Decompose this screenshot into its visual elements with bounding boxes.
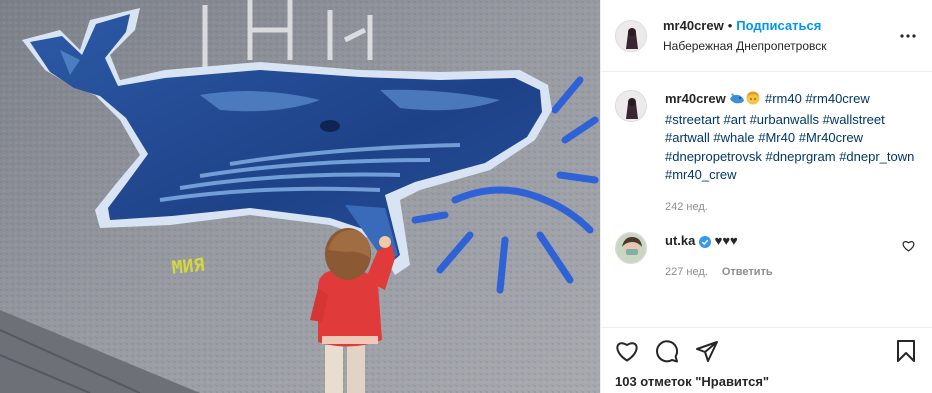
caption-timestamp[interactable]: 242 нед. <box>665 198 708 216</box>
hashtag[interactable]: #dnepr_town <box>839 149 914 164</box>
like-comment-heart-icon[interactable] <box>902 240 916 254</box>
comment-item: ut.ka ♥♥♥ 227 нед. Ответить <box>615 232 916 281</box>
comment-text: ♥♥♥ <box>714 233 738 249</box>
hashtag[interactable]: #urbanwalls <box>750 112 819 127</box>
comment-meta: 227 нед. Ответить <box>665 263 902 281</box>
follow-button[interactable]: Подписаться <box>736 18 821 33</box>
header-text: mr40crew • Подписаться Набережная Днепропе… <box>663 17 896 55</box>
comment-body: ut.ka ♥♥♥ 227 нед. Ответить <box>665 232 902 281</box>
street-art-photo: МИЯ <box>0 0 600 393</box>
hashtag[interactable]: #rm40crew <box>805 91 869 106</box>
commenter-avatar[interactable] <box>615 232 647 265</box>
hashtag[interactable]: #streetart <box>665 112 720 127</box>
hashtag[interactable]: #artwall <box>665 130 710 145</box>
likes-count[interactable]: 103 отметок "Нравится" <box>613 374 920 389</box>
verified-badge-icon <box>698 235 711 253</box>
location-link[interactable]: Набережная Днепропетровск <box>663 37 896 55</box>
hashtag[interactable]: #whale <box>713 130 754 145</box>
comment-timestamp[interactable]: 227 нед. <box>665 263 708 281</box>
more-options-icon[interactable] <box>896 24 920 48</box>
caption: mr40crew #rm40 #rm40crew #streetart #art… <box>615 90 916 216</box>
caption-avatar[interactable] <box>615 90 647 122</box>
hashtag[interactable]: #art <box>724 112 746 127</box>
hashtag[interactable]: #dnepropetrovsk <box>665 149 762 164</box>
yellow-tag: МИЯ <box>171 255 206 279</box>
comments-section: mr40crew #rm40 #rm40crew #streetart #art… <box>601 72 932 327</box>
hashtag[interactable]: #rm40 <box>765 91 802 106</box>
post-image[interactable]: МИЯ <box>0 0 600 393</box>
author-username[interactable]: mr40crew <box>663 18 724 33</box>
separator-dot: • <box>727 17 733 33</box>
author-avatar[interactable] <box>615 19 647 52</box>
caption-username[interactable]: mr40crew <box>665 91 726 106</box>
post-sidebar: mr40crew • Подписаться Набережная Днепропе… <box>600 0 932 393</box>
action-buttons <box>613 334 920 368</box>
commenter-username[interactable]: ut.ka <box>665 233 695 248</box>
share-paper-plane-icon[interactable] <box>693 337 721 365</box>
hashtag[interactable]: #Mr40 <box>758 130 795 145</box>
comment-bubble-icon[interactable] <box>653 337 681 365</box>
like-heart-icon[interactable] <box>613 337 641 365</box>
hashtag[interactable]: #Mr40crew <box>799 130 863 145</box>
reply-button[interactable]: Ответить <box>722 263 773 281</box>
hashtag[interactable]: #dneprgram <box>765 149 835 164</box>
save-bookmark-icon[interactable] <box>892 337 920 365</box>
child-emoji <box>745 90 761 111</box>
post-header: mr40crew • Подписаться Набережная Днепропе… <box>601 0 932 72</box>
instagram-post: МИЯ mr40crew • Подписаться Набережная Дн… <box>0 0 932 393</box>
hashtag[interactable]: #mr40_crew <box>665 167 737 182</box>
actions-bar: 103 отметок "Нравится" <box>601 327 932 393</box>
hashtag[interactable]: #wallstreet <box>823 112 885 127</box>
caption-meta: 242 нед. <box>665 198 916 216</box>
caption-body: mr40crew #rm40 #rm40crew #streetart #art… <box>665 90 916 216</box>
whale-eye <box>320 120 340 132</box>
whale-emoji <box>729 92 745 111</box>
